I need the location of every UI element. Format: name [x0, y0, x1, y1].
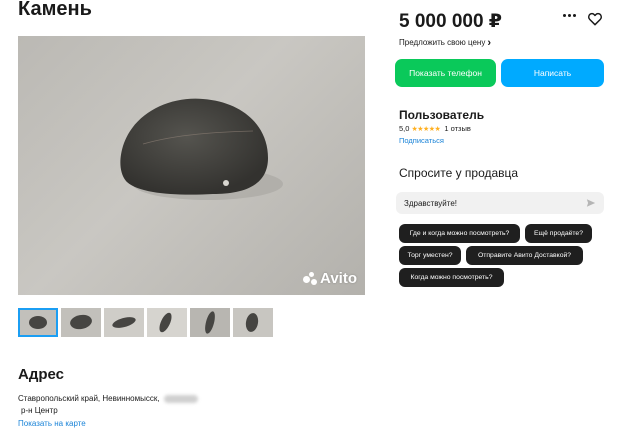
subscribe-link[interactable]: Подписаться — [399, 136, 444, 145]
send-icon[interactable] — [586, 198, 596, 208]
thumbnail-strip — [18, 308, 273, 337]
reviews-count[interactable]: 1 отзыв — [444, 124, 471, 133]
quick-question-chip[interactable]: Торг уместен? — [399, 246, 461, 265]
show-phone-button[interactable]: Показать телефон — [395, 59, 496, 87]
message-input[interactable] — [396, 192, 604, 214]
more-dots-icon[interactable] — [563, 14, 576, 17]
thumbnail-4[interactable] — [147, 308, 187, 337]
thumbnail-2[interactable] — [61, 308, 101, 337]
offer-price-label: Предложить свою цену — [399, 38, 486, 47]
rating-value: 5,0 — [399, 124, 410, 133]
seller-name[interactable]: Пользователь — [399, 108, 484, 122]
thumbnail-1[interactable] — [18, 308, 58, 337]
stone-image — [120, 98, 283, 200]
seller-rating: 5,0 ★★★★★ 1 отзыв — [399, 124, 471, 133]
avito-watermark: Avito — [303, 270, 357, 287]
address-blurred — [163, 394, 198, 403]
quick-question-chip[interactable]: Отправите Авито Доставкой? — [466, 246, 583, 265]
listing-title: Камень — [18, 0, 92, 20]
address-line: Ставропольский край, Невинномысск, — [18, 394, 198, 403]
main-photo[interactable]: Avito — [18, 36, 365, 295]
show-on-map-link[interactable]: Показать на карте — [18, 419, 86, 428]
thumbnail-5[interactable] — [190, 308, 230, 337]
offer-price-link[interactable]: Предложить свою цену › — [399, 36, 491, 49]
ask-seller-heading: Спросите у продавца — [399, 166, 519, 180]
avito-logo-icon — [303, 271, 318, 286]
quick-question-chip[interactable]: Когда можно посмотреть? — [399, 268, 504, 287]
chevron-right-icon: › — [487, 36, 491, 49]
thumbnail-6[interactable] — [233, 308, 273, 337]
quick-question-chip[interactable]: Ещё продаёте? — [525, 224, 592, 243]
watermark-text: Avito — [320, 270, 357, 287]
thumbnail-3[interactable] — [104, 308, 144, 337]
address-heading: Адрес — [18, 366, 65, 383]
address-district: р-н Центр — [21, 406, 58, 415]
address-text: Ставропольский край, Невинномысск, — [18, 394, 160, 403]
heart-icon[interactable] — [587, 11, 603, 27]
star-icons: ★★★★★ — [411, 125, 441, 133]
price: 5 000 000 ₽ — [399, 11, 503, 32]
write-button[interactable]: Написать — [501, 59, 604, 87]
quick-question-chip[interactable]: Где и когда можно посмотреть? — [399, 224, 520, 243]
